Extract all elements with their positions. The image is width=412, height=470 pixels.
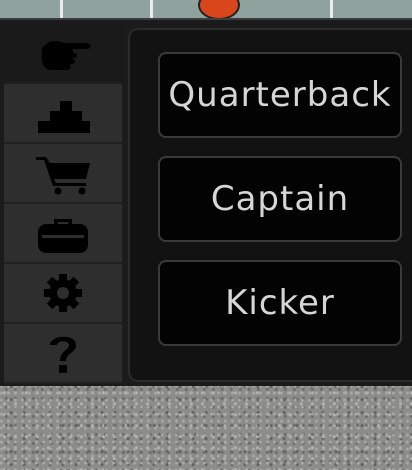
football — [198, 0, 240, 20]
gear-icon — [44, 274, 82, 312]
quarterback-button[interactable]: Quarterback — [158, 52, 402, 138]
sidebar-item-inventory[interactable] — [4, 204, 122, 264]
turf-ground — [0, 384, 412, 470]
sidebar-item-shop[interactable] — [4, 144, 122, 204]
position-panel: Quarterback Captain Kicker — [128, 28, 412, 382]
sidebar — [4, 24, 122, 384]
question-mark-icon — [50, 336, 76, 373]
sidebar-item-settings[interactable] — [4, 264, 122, 324]
pointing-hand-icon — [41, 41, 91, 70]
sidebar-item-help[interactable] — [4, 324, 122, 384]
stairs-icon — [38, 101, 90, 133]
captain-button[interactable]: Captain — [158, 156, 402, 242]
briefcase-icon — [38, 219, 88, 253]
shopping-cart-icon — [36, 157, 90, 195]
kicker-button[interactable]: Kicker — [158, 260, 402, 346]
game-menu: Quarterback Captain Kicker — [0, 18, 412, 386]
sidebar-item-stairs[interactable] — [4, 84, 122, 144]
sidebar-item-positions[interactable] — [4, 24, 122, 84]
